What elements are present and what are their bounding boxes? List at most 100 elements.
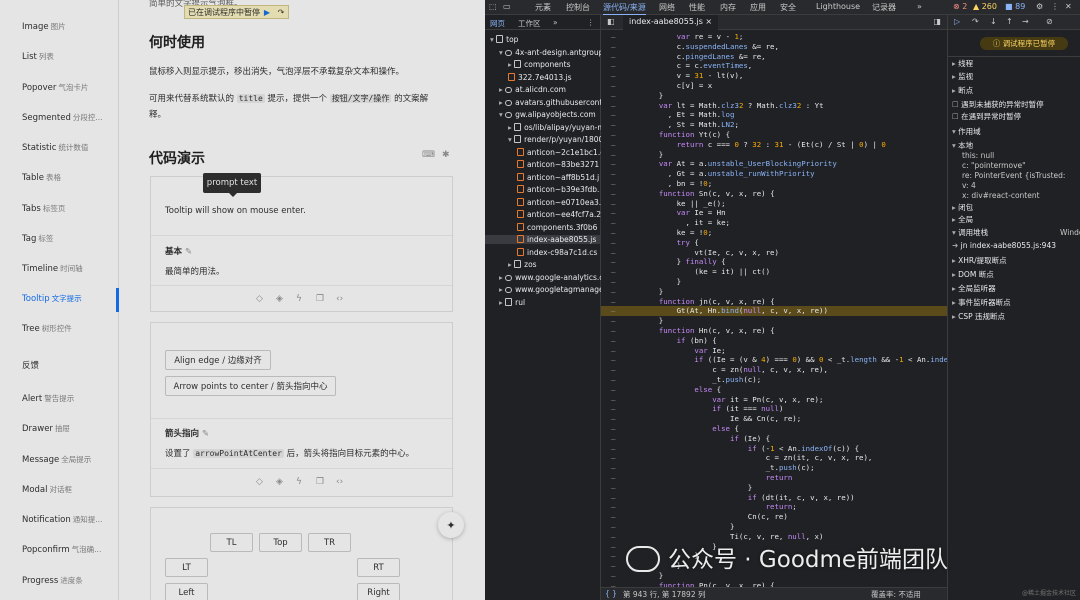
debugger-head-item[interactable]: ▾ 调用堆栈 [952,227,988,238]
code-line[interactable]: – Cn(c, re) [601,512,947,522]
lightning-icon[interactable]: ϟ [296,294,302,304]
debugger-head-item[interactable]: ▸ DOM 断点 [952,269,994,280]
sidebar-item-tag[interactable]: Tag 标签 [22,233,53,244]
step-into-icon[interactable]: ↓ [990,17,997,26]
code-line[interactable]: – , bn = !0; [601,179,947,189]
file-tree-folder[interactable]: ▸ avatars.githubusercont [485,98,601,107]
warning-count[interactable]: ▲ 260 [973,2,997,11]
step-out-icon[interactable]: ↑ [1006,17,1013,26]
debugger-head-item[interactable]: ▸ 全局监听器 [952,283,996,294]
sidebar-item-tree[interactable]: Tree 树形控件 [22,323,72,334]
code-line[interactable]: – function jn(c, v, x, re) { [601,297,947,307]
code-line[interactable]: – return c === 0 ? 32 : 31 - (Et(c) / St… [601,140,947,150]
debugger-sub-item[interactable]: ▸ 全局 [952,214,973,225]
tab-memory[interactable]: 内存 [720,2,736,13]
sidebar-item-反馈[interactable]: 反馈 [22,359,41,371]
file-tree-file[interactable]: anticon~ee4fcf7a.2 [485,210,601,219]
code-line[interactable]: – ke = !0; [601,228,947,238]
file-tree-folder[interactable]: ▸ zos [485,260,601,269]
file-tree-file[interactable]: anticon~83be3271 [485,160,601,169]
sidebar-item-message[interactable]: Message 全局提示 [22,454,91,465]
codesandbox-icon[interactable]: ◇ [256,477,263,487]
tab-console[interactable]: 控制台 [566,2,590,13]
code-line[interactable]: – else { [601,424,947,434]
tab-workspace[interactable]: 工作区 [518,18,541,29]
copy-icon[interactable]: ❐ [316,477,324,487]
placement-rt-button[interactable]: RT [357,558,400,577]
code-line[interactable]: – } [601,287,947,297]
pretty-print-icon[interactable]: { } [605,589,617,598]
paused-code-line[interactable]: – Gt(At, Hn.bind(null, c, v, x, re)) [601,306,947,317]
placement-top-button[interactable]: Top [259,533,302,552]
code-line[interactable]: – c[v] = x [601,81,947,91]
code-line[interactable]: – (ke = it) || ct() [601,267,947,277]
sidebar-item-progress[interactable]: Progress 进度条 [22,575,83,586]
code-line[interactable]: – c = zn(it, c, v, x, re), [601,453,947,463]
code-line[interactable]: – function Yt(c) { [601,130,947,140]
code-line[interactable]: – vt(Ie, c, v, x, re) [601,248,947,258]
code-line[interactable]: – , St = Math.LN2; [601,120,947,130]
sidebar-item-image[interactable]: Image 图片 [22,21,66,32]
code-line[interactable]: – var re = v - 1; [601,32,947,42]
code-line[interactable]: – } finally { [601,257,947,267]
code-line[interactable]: – else { [601,385,947,395]
sidebar-item-popover[interactable]: Popover 气泡卡片 [22,82,88,93]
file-tree-folder[interactable]: ▾ render/p/yuyan/18003 [485,135,601,144]
copy-icon[interactable]: ❐ [316,294,324,304]
kebab-menu-icon[interactable]: ⋮ [1051,2,1059,11]
sidebar-item-notification[interactable]: Notification 通知提... [22,514,102,525]
file-tree-folder[interactable]: ▾ gw.alipayobjects.com [485,110,601,119]
sidebar-item-popconfirm[interactable]: Popconfirm 气泡确... [22,544,101,555]
placement-tr-button[interactable]: TR [308,533,351,552]
tab-application[interactable]: 应用 [750,2,766,13]
deactivate-breakpoints-icon[interactable]: ⊘ [1046,17,1053,26]
placement-right-button[interactable]: Right [357,583,400,600]
toggle-debugger-icon[interactable]: ◨ [933,17,941,26]
code-line[interactable]: – function Hn(c, v, x, re) { [601,326,947,336]
file-tree-file[interactable]: index-aabe8055.js [485,235,601,244]
code-line[interactable]: – c.suspendedLanes &= re, [601,42,947,52]
demo-hover-text[interactable]: Tooltip will show on mouse enter. [165,206,306,216]
sidebar-item-modal[interactable]: Modal 对话框 [22,484,72,495]
codesandbox-icon[interactable]: ◇ [256,294,263,304]
magic-wand-icon[interactable]: ✦ [438,512,464,538]
info-count[interactable]: ■ 89 [1005,2,1025,11]
align-edge-button[interactable]: Align edge / 边缘对齐 [165,350,271,370]
step-icon[interactable]: → [1022,17,1029,26]
error-count[interactable]: ⊗ 2 [953,2,967,11]
code-line[interactable]: – if (dt(it, c, v, x, re)) [601,493,947,503]
file-tree-file[interactable]: 322.7e4013.js [485,72,601,82]
code-line[interactable]: – if (-1 < An.indexOf(c)) { [601,444,947,454]
sidebar-item-tooltip[interactable]: Tooltip 文字提示 [22,293,82,304]
codepen-icon[interactable]: ◈ [276,477,283,487]
tab-performance[interactable]: 性能 [689,2,705,13]
file-tree-file[interactable]: index-c98a7c1d.cs [485,247,601,257]
file-tree-file[interactable]: anticon~aff8b51d.j [485,172,601,182]
step-over-icon[interactable]: ↷ [274,6,288,18]
debugger-head-item[interactable]: ▸ XHR/提取断点 [952,255,1007,266]
code-line[interactable]: – var Ie = Hn [601,208,947,218]
code-line[interactable]: – if ((Ie = (v & 4) === 0) && 0 < _t.len… [601,355,947,365]
file-tree-folder[interactable]: ▸ www.googletagmanage [485,285,601,294]
debugger-check-item[interactable]: ☐ 遇到未捕获的异常时暂停 [952,99,1044,110]
code-line[interactable]: – if (bn) { [601,336,947,346]
code-line[interactable]: – } [601,277,947,287]
tab-network[interactable]: 网络 [659,2,675,13]
code-line[interactable]: – _t.push(c); [601,375,947,385]
debugger-sub-item[interactable]: ▾ 本地 [952,140,973,151]
code-line[interactable]: – v = 31 - lt(v), [601,71,947,81]
toggle-navigator-icon[interactable]: ◧ [607,17,615,26]
sidebar-item-timeline[interactable]: Timeline 时间轴 [22,263,83,274]
more-icon[interactable]: » [553,18,558,27]
editor-tab[interactable]: index-aabe8055.js × [623,15,719,30]
file-tree-folder[interactable]: ▸ os/lib/alipay/yuyan-m [485,122,601,132]
code-icon[interactable]: ‹› [336,477,343,487]
code-line[interactable]: – var lt = Math.clz32 ? Math.clz32 : Yt [601,101,947,111]
tab-elements[interactable]: 元素 [535,2,551,13]
debugger-head-item[interactable]: ▸ 断点 [952,85,973,96]
placement-left-button[interactable]: Left [165,583,208,600]
tab-lighthouse[interactable]: Lighthouse [816,2,860,11]
file-tree-file[interactable]: anticon~e0710ea3. [485,197,601,207]
sidebar-item-tabs[interactable]: Tabs 标签页 [22,203,65,214]
resume-icon[interactable]: ▷ [954,17,960,26]
